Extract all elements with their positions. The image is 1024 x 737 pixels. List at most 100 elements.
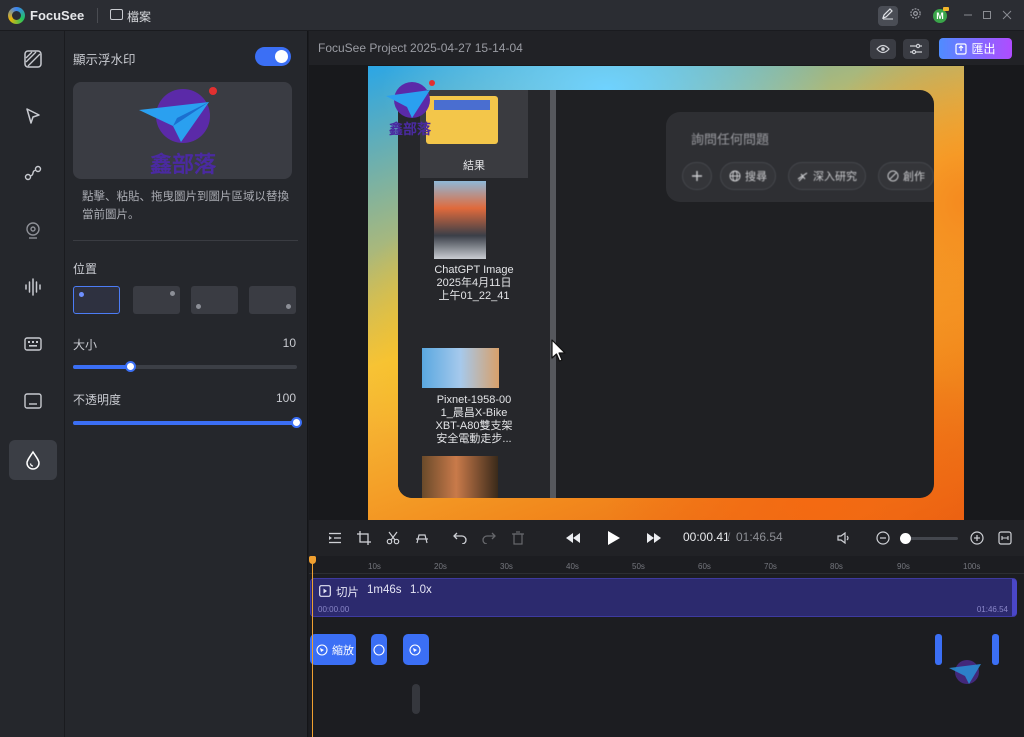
sidebar-item-keyboard[interactable] bbox=[9, 324, 57, 364]
ruler-tick: 10s bbox=[368, 562, 381, 571]
zoom-segment[interactable] bbox=[403, 634, 429, 665]
canvas-watermark-text: 鑫部落 bbox=[388, 121, 432, 138]
position-bottom-left[interactable] bbox=[191, 286, 238, 314]
volume-button[interactable] bbox=[834, 528, 854, 548]
watermark-image-dropzone[interactable]: 鑫部落 bbox=[73, 82, 292, 179]
recording-canvas[interactable]: 結果 ChatGPT Image 2025年4月11日 上午01_22_41 P… bbox=[368, 66, 964, 520]
clip-end-time: 01:46.54 bbox=[976, 605, 1008, 614]
chat-deep-research-chip: 深入研究 bbox=[788, 162, 866, 190]
show-watermark-label: 顯示浮水印 bbox=[73, 53, 136, 67]
size-slider[interactable] bbox=[73, 361, 297, 372]
zoom-segment-icon bbox=[316, 643, 328, 656]
opacity-slider-knob[interactable] bbox=[291, 417, 302, 428]
file-list-pane: 結果 ChatGPT Image 2025年4月11日 上午01_22_41 P… bbox=[398, 90, 550, 498]
audio-icon bbox=[25, 278, 41, 296]
export-label: 匯出 bbox=[971, 42, 996, 56]
canvas-watermark: 鑫部落 bbox=[386, 80, 435, 138]
position-top-left[interactable] bbox=[73, 286, 120, 314]
file-caption-2-line-3: 安全電動走步... bbox=[436, 433, 512, 445]
file-caption-2-line-2: XBT-A80雙支架 bbox=[435, 420, 513, 432]
focusee-logo-icon bbox=[8, 7, 25, 24]
sidebar-item-captions[interactable] bbox=[9, 381, 57, 421]
timeline-scrollbar[interactable] bbox=[412, 684, 420, 714]
sidebar-item-path[interactable] bbox=[9, 153, 57, 193]
ruler-tick: 100s bbox=[963, 562, 981, 571]
fit-timeline-button[interactable] bbox=[995, 528, 1015, 548]
opacity-slider[interactable] bbox=[73, 417, 302, 428]
webcam-icon bbox=[26, 222, 40, 239]
annotate-button[interactable] bbox=[878, 6, 898, 26]
timeline-ruler[interactable]: 10s 20s 30s 40s 50s 60s 70s 80s 90s 100s bbox=[309, 556, 1024, 574]
recorded-window: 結果 ChatGPT Image 2025年4月11日 上午01_22_41 P… bbox=[398, 90, 934, 498]
clip-label: 切片 bbox=[336, 587, 359, 599]
zoom-segment-icon bbox=[373, 643, 385, 656]
sidebar-item-watermark[interactable] bbox=[9, 440, 57, 480]
sidebar-item-background[interactable] bbox=[9, 39, 57, 79]
clip-duration: 1m46s bbox=[367, 584, 402, 596]
maximize-button[interactable] bbox=[977, 6, 997, 26]
show-watermark-toggle[interactable] bbox=[255, 47, 291, 66]
file-menu[interactable]: 檔案 bbox=[127, 8, 151, 25]
zoom-segment[interactable] bbox=[371, 634, 387, 665]
chat-placeholder: 詢問任何問題 bbox=[691, 132, 770, 147]
sidebar-item-cursor[interactable] bbox=[9, 96, 57, 136]
export-icon bbox=[955, 42, 968, 55]
delete-button[interactable] bbox=[508, 528, 528, 548]
speed-button[interactable] bbox=[412, 528, 432, 548]
toggle-timeline-button[interactable] bbox=[325, 528, 345, 548]
video-clip-track[interactable]: 切片 1m46s 1.0x 00:00.00 01:46.54 bbox=[310, 578, 1017, 617]
crop-button[interactable] bbox=[354, 528, 374, 548]
position-top-right[interactable] bbox=[133, 286, 180, 314]
ruler-tick: 80s bbox=[830, 562, 843, 571]
timeline-zoom-slider[interactable] bbox=[900, 533, 958, 544]
sidebar-item-audio[interactable] bbox=[9, 267, 57, 307]
timeline-zoom-knob[interactable] bbox=[900, 533, 911, 544]
adjust-settings-button[interactable] bbox=[903, 39, 929, 59]
play-button[interactable] bbox=[603, 528, 623, 548]
playhead[interactable] bbox=[309, 556, 316, 737]
close-button[interactable] bbox=[997, 6, 1017, 26]
zoom-segment-start-handle[interactable] bbox=[935, 634, 942, 665]
settings-button[interactable] bbox=[905, 6, 925, 26]
cut-button[interactable] bbox=[383, 528, 403, 548]
preview-toggle-button[interactable] bbox=[870, 39, 896, 59]
total-time: 01:46.54 bbox=[736, 530, 783, 544]
pen-icon bbox=[882, 8, 893, 20]
sidebar-item-webcam[interactable] bbox=[9, 210, 57, 250]
chat-search-chip: 搜尋 bbox=[720, 162, 776, 190]
opacity-label: 不透明度 bbox=[73, 393, 122, 407]
zoom-segment[interactable]: 縮放 bbox=[310, 634, 356, 665]
export-button[interactable]: 匯出 bbox=[939, 38, 1012, 59]
ruler-tick: 70s bbox=[764, 562, 777, 571]
size-slider-knob[interactable] bbox=[125, 361, 136, 372]
clip-end-handle[interactable] bbox=[1012, 579, 1017, 616]
trash-icon bbox=[512, 531, 524, 545]
image-thumbnail-people bbox=[422, 456, 498, 498]
chat-chip-label: 創作 bbox=[903, 171, 925, 183]
zoom-in-button[interactable] bbox=[967, 528, 987, 548]
rewind-button[interactable] bbox=[563, 528, 583, 548]
ruler-tick: 50s bbox=[632, 562, 645, 571]
zoom-segment-end-handle[interactable] bbox=[992, 634, 999, 665]
chat-chip-label: 深入研究 bbox=[813, 171, 857, 183]
brush-icon bbox=[887, 170, 899, 182]
zoom-out-button[interactable] bbox=[873, 528, 893, 548]
eye-icon bbox=[876, 44, 890, 54]
redo-icon bbox=[482, 532, 496, 544]
fast-forward-button[interactable] bbox=[644, 528, 664, 548]
folder-icon[interactable] bbox=[110, 9, 123, 20]
path-icon bbox=[24, 165, 42, 181]
cursor-icon bbox=[26, 108, 40, 124]
undo-button[interactable] bbox=[450, 528, 470, 548]
size-label: 大小 bbox=[73, 338, 98, 352]
sliders-icon bbox=[910, 43, 922, 55]
user-avatar[interactable]: M bbox=[930, 6, 950, 26]
file-caption-1-line-2: 上午01_22_41 bbox=[438, 290, 510, 302]
file-caption-2-line-1: 1_晨昌X-Bike bbox=[440, 407, 508, 419]
redo-button[interactable] bbox=[479, 528, 499, 548]
speed-icon bbox=[416, 534, 428, 544]
timeline[interactable]: 10s 20s 30s 40s 50s 60s 70s 80s 90s 100s… bbox=[309, 556, 1024, 737]
position-bottom-right[interactable] bbox=[249, 286, 296, 314]
minimize-button[interactable] bbox=[958, 6, 978, 26]
crop-icon bbox=[357, 531, 371, 545]
